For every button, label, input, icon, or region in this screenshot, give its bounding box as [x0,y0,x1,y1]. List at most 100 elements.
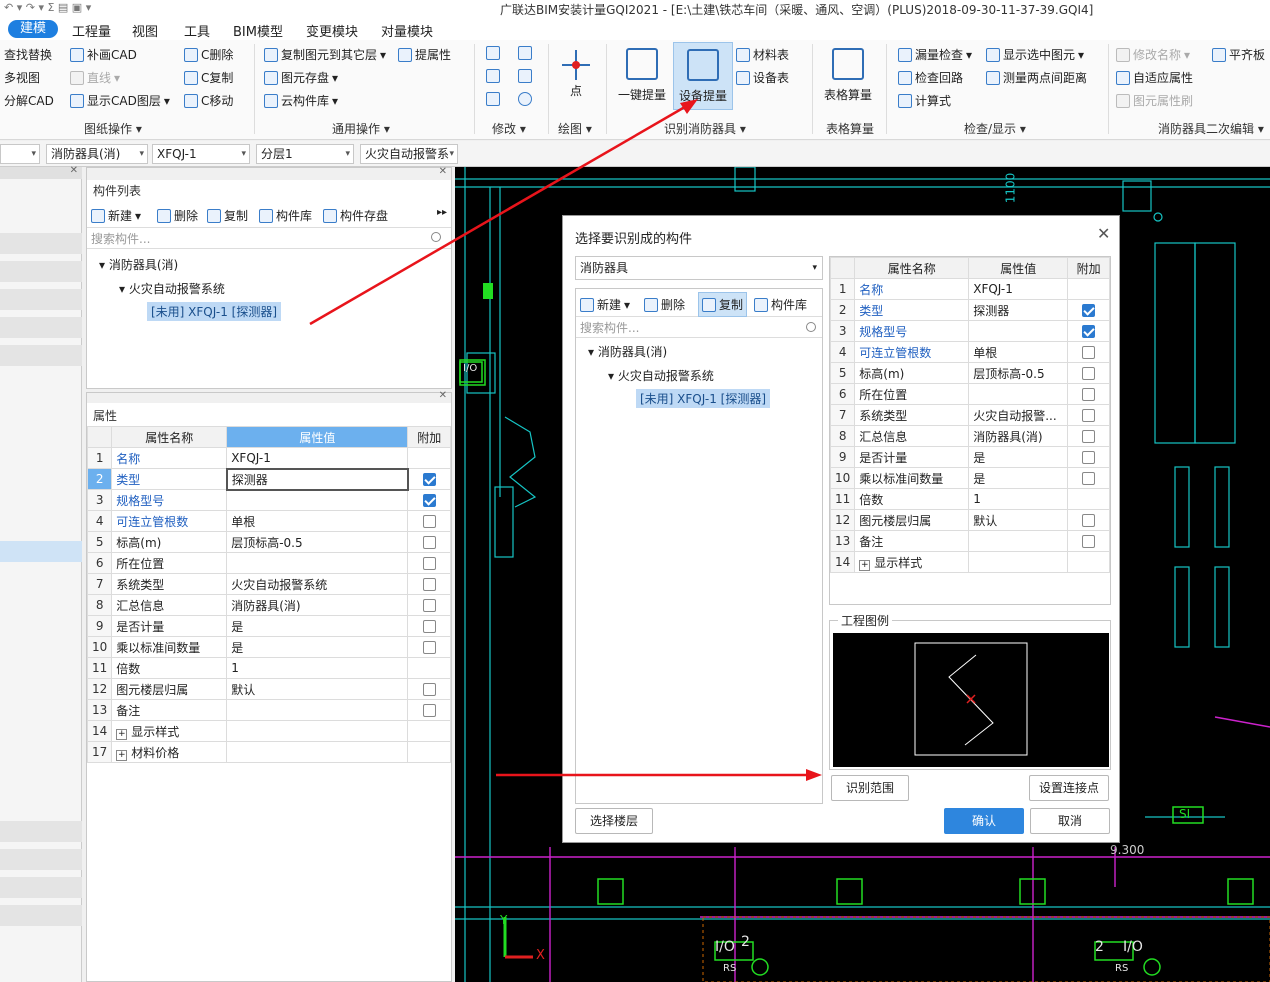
property-value[interactable] [968,383,1069,405]
multi-view-button[interactable]: 多视图 [4,69,40,86]
property-value[interactable]: 探测器 [225,467,409,491]
c-delete-button[interactable]: C删除 [184,46,233,63]
property-value[interactable] [226,489,409,511]
nav-item[interactable] [0,233,82,254]
property-value[interactable]: 火灾自动报警... [968,404,1069,426]
tree-child[interactable]: ▾ 火灾自动报警系统 [119,280,225,297]
menu-quantity[interactable]: 工程量 [72,21,111,40]
formula-button[interactable]: 计算式 [898,92,951,109]
property-row[interactable]: 3 规格型号 [86,489,451,511]
cloud-library-button[interactable]: 云构件库 ▾ [264,92,338,109]
checkbox[interactable] [1082,346,1096,359]
property-row[interactable]: 3 规格型号 [829,320,1110,342]
menu-compare-module[interactable]: 对量模块 [381,21,433,40]
checkbox[interactable] [1082,409,1096,422]
dialog-library-button[interactable]: 构件库 [754,296,807,313]
checkbox-checked[interactable] [1082,325,1096,338]
checkbox[interactable] [422,599,436,612]
modify-extend-icon[interactable] [518,46,532,60]
one-click-extract-button[interactable]: 一键提量 [614,42,670,110]
save-component-button[interactable]: 构件存盘 [323,207,388,224]
checkbox[interactable] [422,515,436,528]
component-select[interactable]: XFQJ-1 ▾ [152,144,250,164]
modify-delete-icon[interactable] [486,92,500,106]
delete-button[interactable]: 删除 [157,207,198,224]
property-value[interactable]: XFQJ-1 [968,278,1069,300]
property-row[interactable]: 9 是否计量 是 [829,446,1110,468]
cancel-button[interactable]: 取消 [1030,808,1110,834]
checkbox[interactable] [422,641,436,654]
nav-item[interactable] [0,849,82,870]
dialog-search-input[interactable]: 搜索构件... [576,318,822,338]
property-row[interactable]: 13 备注 [86,699,451,721]
property-value[interactable]: 层顶标高-0.5 [968,362,1069,384]
property-value[interactable]: 默认 [968,509,1069,531]
property-value[interactable]: 探测器 [968,299,1069,321]
checkbox[interactable] [422,578,436,591]
menu-change-module[interactable]: 变更模块 [306,21,358,40]
modify-move-icon[interactable] [486,69,500,83]
property-value[interactable]: XFQJ-1 [226,447,409,469]
recognize-range-button[interactable]: 识别范围 [831,775,909,801]
menu-tools[interactable]: 工具 [184,21,210,40]
find-replace-button[interactable]: 查找替换 [4,46,52,63]
align-board-button[interactable]: 平齐板 [1212,46,1265,63]
check-loop-button[interactable]: 检查回路 [898,69,963,86]
table-calc-button[interactable]: 表格算量 [820,42,876,110]
property-row[interactable]: 7 系统类型 火灾自动报警系统 [86,573,451,595]
nav-item[interactable] [0,821,82,842]
property-value[interactable]: 1 [968,488,1069,510]
dialog-delete-button[interactable]: 删除 [644,296,685,313]
expand-icon[interactable]: + [116,728,128,740]
property-value[interactable]: 消防器具(消) [226,594,409,616]
close-icon[interactable]: ✕ [439,390,447,401]
property-row[interactable]: 1 名称 XFQJ-1 [829,278,1110,300]
set-connect-point-button[interactable]: 设置连接点 [1029,775,1109,801]
copy-to-other-layer-button[interactable]: 复制图元到其它层 ▾ [264,46,386,63]
dialog-new-button[interactable]: 新建 ▾ [580,296,630,313]
property-value[interactable] [226,552,409,574]
property-row[interactable]: 8 汇总信息 消防器具(消) [86,594,451,616]
checkbox[interactable] [1082,535,1096,548]
group-draw[interactable]: 绘图 ▾ [558,120,592,137]
property-row[interactable]: 14 + 显示样式 [829,551,1110,573]
rename-button[interactable]: 修改名称 ▾ [1116,46,1190,63]
new-button[interactable]: 新建 ▾ [91,207,141,224]
property-row[interactable]: 14 + 显示样式 [86,720,451,742]
property-row[interactable]: 11 倍数 1 [829,488,1110,510]
group-common-ops[interactable]: 通用操作 ▾ [332,120,390,137]
extract-attribute-button[interactable]: 提属性 [398,46,451,63]
property-row[interactable]: 11 倍数 1 [86,657,451,679]
expand-icon[interactable]: + [859,559,871,571]
dialog-tree-leaf-selected[interactable]: [未用] XFQJ-1 [探测器] [636,389,771,408]
search-icon[interactable] [431,232,441,242]
checkbox[interactable] [422,683,436,696]
property-row[interactable]: 12 图元楼层归属 默认 [86,678,451,700]
layer-select[interactable]: 分层1 ▾ [256,144,354,164]
property-row[interactable]: 13 备注 [829,530,1110,552]
more-icon[interactable]: ▸▸ [437,207,447,218]
menu-build[interactable]: 建模 [8,20,59,38]
property-value[interactable] [226,741,409,763]
property-row[interactable]: 2 类型 探测器 [86,467,451,491]
fill-cad-button[interactable]: 补画CAD [70,46,137,63]
property-row[interactable]: 6 所在位置 [829,383,1110,405]
property-value[interactable]: 是 [968,446,1069,468]
property-row[interactable]: 17 + 材料价格 [86,741,451,763]
device-extract-button[interactable]: 设备提量 [673,42,733,110]
tree-leaf-selected[interactable]: [未用] XFQJ-1 [探测器] [147,302,282,321]
nav-item[interactable] [0,905,82,926]
search-input[interactable]: 搜索构件... [87,229,451,249]
nav-item[interactable] [0,877,82,898]
copy-button[interactable]: 复制 [207,207,248,224]
property-value[interactable]: 是 [226,615,409,637]
menu-view[interactable]: 视图 [132,21,158,40]
show-selected-button[interactable]: 显示选中图元 ▾ [986,46,1084,63]
checkbox[interactable] [422,704,436,717]
property-row[interactable]: 6 所在位置 [86,552,451,574]
dialog-tree-child[interactable]: ▾ 火灾自动报警系统 [608,367,714,384]
property-value[interactable]: 是 [968,467,1069,489]
category-select[interactable]: 消防器具(消) ▾ [46,144,148,164]
search-icon[interactable] [806,322,816,332]
property-value[interactable]: 层顶标高-0.5 [226,531,409,553]
